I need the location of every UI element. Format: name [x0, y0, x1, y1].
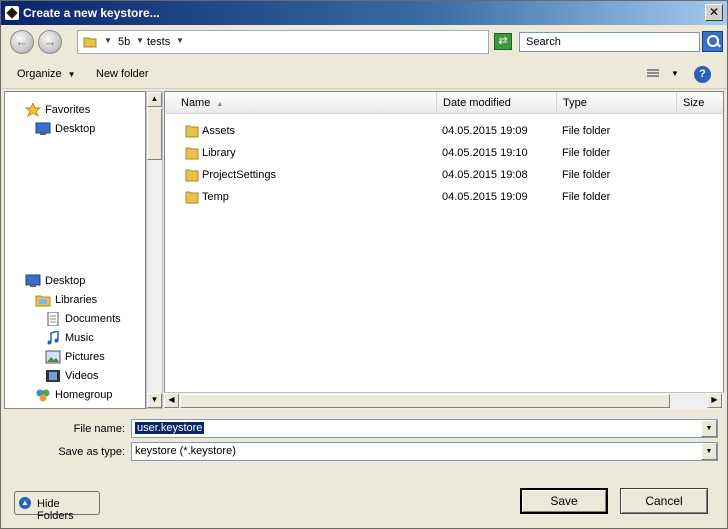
file-list-scrollbar[interactable]: ◀ ▶	[164, 392, 724, 409]
back-button[interactable]: ←	[10, 30, 34, 54]
column-header-size[interactable]: Size	[677, 92, 723, 114]
file-name: Temp	[202, 191, 229, 203]
sidebar-item-label: Pictures	[65, 351, 105, 363]
hide-folders-button[interactable]: ▲ Hide Folders	[14, 491, 100, 522]
close-button[interactable]: ✕	[705, 4, 723, 21]
file-name: Assets	[202, 125, 236, 137]
libraries-icon	[35, 295, 51, 307]
organize-button[interactable]: Organize ▼	[17, 68, 76, 80]
star-icon	[25, 103, 41, 117]
save-type-label: Save as type:	[58, 446, 125, 458]
chevron-down-icon[interactable]: ▼	[176, 36, 184, 45]
music-icon	[47, 331, 59, 345]
breadcrumb-item[interactable]: 5b	[118, 36, 130, 48]
scroll-up-icon[interactable]: ▲	[147, 92, 162, 107]
window-title: Create a new keystore...	[23, 6, 160, 20]
file-date: 04.05.2015 19:10	[442, 147, 528, 159]
scrollbar-thumb[interactable]	[147, 108, 162, 160]
folder-icon	[185, 125, 199, 138]
sidebar-item-label: Videos	[65, 370, 99, 382]
file-name: Library	[202, 147, 236, 159]
sidebar-item-label: Desktop	[55, 123, 96, 135]
file-type: File folder	[562, 191, 611, 203]
chevron-up-icon: ▲	[19, 497, 31, 509]
save-options: File name: user.keystore ▼ Save as type:…	[1, 411, 727, 528]
command-bar: Organize ▼ New folder ▼ ?	[1, 61, 727, 89]
file-date: 04.05.2015 19:09	[442, 191, 528, 203]
sidebar-item-label: Homegroup	[55, 389, 113, 401]
unity-icon	[5, 6, 19, 20]
chevron-down-icon[interactable]: ▼	[701, 420, 717, 437]
column-header-date[interactable]: Date modified	[437, 92, 557, 114]
scroll-down-icon[interactable]: ▼	[147, 393, 162, 408]
navigation-bar: ← → ▼ 5b ▼ tests ▼ ⇄ Search	[1, 26, 727, 58]
file-list: Name ▲ Date modified Type Size Assets 04.…	[164, 91, 724, 409]
save-dialog-window: Create a new keystore... ✕ ← → ▼ 5b ▼ te…	[0, 0, 728, 529]
chevron-down-icon: ▼	[67, 70, 76, 79]
sidebar-item-label: Music	[65, 332, 94, 344]
save-button[interactable]: Save	[520, 488, 608, 514]
sidebar-item-label: Desktop	[45, 275, 86, 287]
scrollbar-thumb[interactable]	[180, 394, 670, 408]
videos-icon	[46, 370, 60, 382]
search-input[interactable]: Search	[519, 32, 700, 52]
sort-ascending-icon: ▲	[216, 101, 224, 108]
hide-folders-label: Hide Folders	[37, 498, 74, 522]
navigation-scrollbar[interactable]: ▲ ▼	[146, 91, 163, 409]
sidebar-item-label: Favorites	[45, 104, 91, 116]
pictures-icon	[45, 350, 61, 364]
breadcrumb-item[interactable]: tests	[147, 36, 170, 48]
file-type: File folder	[562, 169, 611, 181]
table-row[interactable]: Temp 04.05.2015 19:09 File folder	[165, 186, 685, 208]
documents-icon	[47, 312, 59, 326]
sidebar-item-label: Documents	[65, 313, 121, 325]
column-header-name[interactable]: Name ▲	[165, 92, 437, 114]
file-type: File folder	[562, 147, 611, 159]
folder-icon	[185, 191, 199, 204]
chevron-down-icon[interactable]: ▼	[136, 36, 144, 45]
file-date: 04.05.2015 19:09	[442, 125, 528, 137]
table-row[interactable]: Assets 04.05.2015 19:09 File folder	[165, 120, 685, 142]
title-bar[interactable]: Create a new keystore... ✕	[1, 1, 727, 25]
view-details-icon[interactable]	[643, 68, 659, 81]
folder-icon	[185, 169, 199, 182]
cancel-button[interactable]: Cancel	[620, 488, 708, 514]
scroll-left-icon[interactable]: ◀	[164, 393, 179, 408]
desktop-icon	[35, 122, 51, 135]
address-bar[interactable]: ▼ 5b ▼ tests ▼	[77, 30, 489, 54]
chevron-down-icon[interactable]: ▼	[701, 443, 717, 460]
forward-button[interactable]: →	[38, 30, 62, 54]
organize-label: Organize	[17, 68, 62, 80]
file-name-label: File name:	[73, 423, 125, 435]
table-row[interactable]: Library 04.05.2015 19:10 File folder	[165, 142, 685, 164]
search-icon[interactable]	[702, 31, 723, 52]
scroll-right-icon[interactable]: ▶	[707, 393, 722, 408]
sidebar-item-label: Libraries	[55, 294, 98, 306]
new-folder-button[interactable]: New folder	[96, 68, 149, 80]
chevron-down-icon[interactable]: ▼	[671, 69, 679, 78]
help-icon[interactable]: ?	[694, 66, 711, 83]
file-type: File folder	[562, 125, 611, 137]
save-type-select[interactable]: keystore (*.keystore) ▼	[131, 442, 718, 461]
homegroup-icon	[36, 389, 50, 402]
folder-icon	[83, 37, 97, 48]
desktop-icon	[25, 274, 41, 287]
file-date: 04.05.2015 19:08	[442, 169, 528, 181]
chevron-down-icon[interactable]: ▼	[104, 36, 112, 45]
file-name: ProjectSettings	[202, 169, 276, 181]
save-type-value: keystore (*.keystore)	[135, 445, 236, 457]
column-header-type[interactable]: Type	[557, 92, 677, 114]
file-name-value[interactable]: user.keystore	[135, 422, 205, 434]
navigation-pane: Favorites Desktop Desktop Libraries Docu…	[4, 91, 146, 409]
column-header-label: Name	[181, 97, 211, 109]
table-row[interactable]: ProjectSettings 04.05.2015 19:08 File fo…	[165, 164, 685, 186]
file-name-field[interactable]: user.keystore ▼	[131, 419, 718, 438]
folder-icon	[185, 147, 199, 160]
refresh-icon[interactable]: ⇄	[494, 33, 512, 50]
